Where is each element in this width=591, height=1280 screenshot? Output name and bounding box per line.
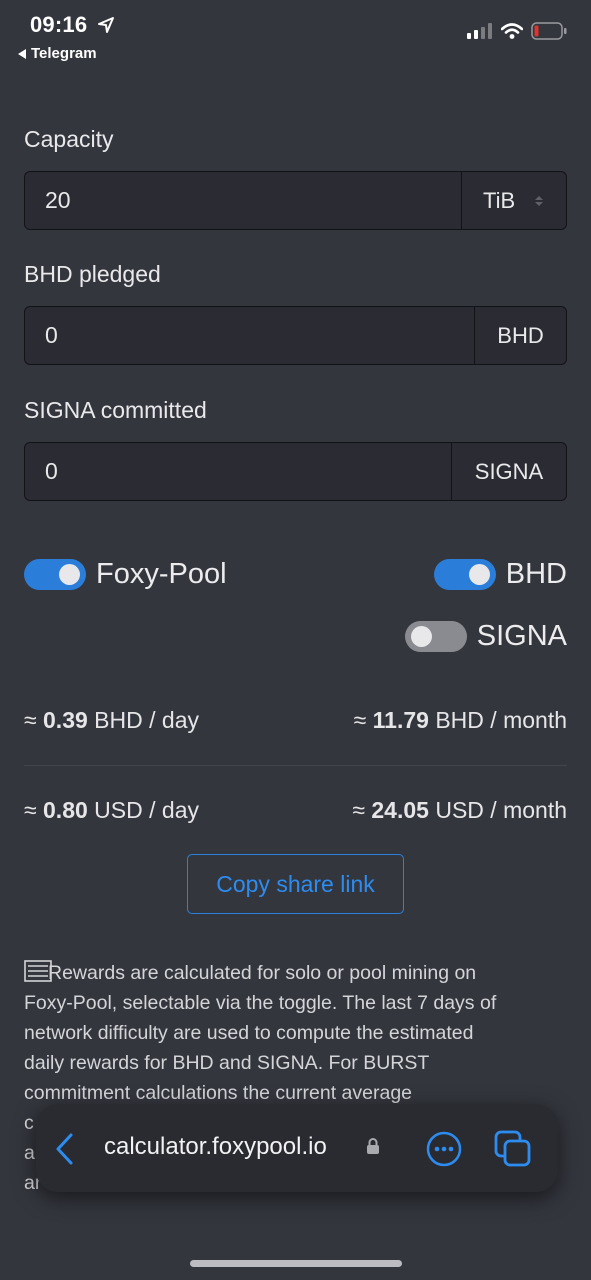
bhd-toggle[interactable] [433, 559, 496, 590]
usd-per-day: ≈ 0.80 USD / day [24, 797, 199, 824]
back-to-telegram[interactable]: Telegram [18, 45, 97, 62]
bhd-pledged-input-group: 0 BHD [24, 306, 567, 365]
bhd-per-month-unit: BHD / month [435, 707, 567, 733]
info-line-1: Rewards are calculated for solo or pool … [48, 962, 477, 984]
approx-symbol: ≈ [352, 797, 365, 823]
foxy-pool-toggle[interactable] [24, 559, 86, 590]
bhd-pledged-input[interactable]: 0 [25, 307, 474, 364]
bhd-per-day-unit: BHD / day [94, 707, 199, 733]
usd-per-month-unit: USD / month [435, 797, 567, 823]
bhd-per-day: ≈ 0.39 BHD / day [24, 707, 199, 734]
copy-share-link-button[interactable]: Copy share link [187, 854, 404, 914]
usd-per-month-value: 24.05 [371, 797, 429, 823]
approx-symbol: ≈ [24, 797, 37, 823]
approx-symbol: ≈ [24, 707, 37, 733]
home-indicator[interactable] [190, 1260, 402, 1267]
bhd-pledged-label: BHD pledged [24, 261, 161, 287]
rewards-divider [24, 765, 567, 766]
signa-toggle-label: SIGNA [476, 620, 567, 652]
signa-committed-label: SIGNA committed [24, 397, 207, 423]
clock: 09:16 [30, 12, 88, 37]
usd-per-month: ≈ 24.05 USD / month [352, 797, 567, 824]
select-chevron-icon [535, 195, 544, 206]
signal-icon [467, 23, 492, 39]
info-line: Rewards are calculated for solo or pool … [24, 958, 567, 988]
bhd-toggle-row: BHD [433, 558, 567, 591]
bhd-per-day-value: 0.39 [43, 707, 88, 733]
capacity-unit-label: TiB [483, 187, 516, 213]
location-arrow-icon [98, 17, 114, 33]
toggle-knob [468, 564, 490, 585]
signa-toggle-row: SIGNA [404, 620, 567, 653]
foxy-pool-toggle-label: Foxy-Pool [96, 558, 227, 590]
status-bar: 09:16 Telegram [0, 0, 591, 72]
back-app-label: Telegram [31, 45, 97, 62]
lock-icon [367, 1138, 379, 1154]
bhd-per-month-value: 11.79 [372, 707, 429, 733]
bhd-per-month: ≈ 11.79 BHD / month [354, 707, 567, 734]
signa-toggle[interactable] [404, 621, 467, 652]
bhd-toggle-label: BHD [505, 558, 567, 590]
signa-committed-input[interactable]: 0 [25, 443, 451, 500]
info-line-4: daily rewards for BHD and SIGNA. For BUR… [24, 1052, 430, 1074]
tabs-icon[interactable] [494, 1130, 532, 1168]
approx-symbol: ≈ [353, 707, 367, 733]
url-text[interactable]: calculator.foxypool.io [104, 1133, 327, 1161]
toggle-knob [59, 564, 80, 585]
bhd-unit-addon: BHD [474, 307, 566, 364]
back-triangle-icon [18, 48, 26, 59]
info-line-2: Foxy-Pool, selectable via the toggle. Th… [24, 992, 497, 1014]
usd-per-day-value: 0.80 [43, 797, 88, 823]
foxy-pool-toggle-row: Foxy-Pool [24, 558, 227, 591]
toggle-knob [410, 626, 432, 647]
more-icon[interactable] [426, 1131, 462, 1167]
system-icons [467, 22, 567, 40]
capacity-input-group: 20 TiB [24, 171, 567, 230]
browser-url-bar: calculator.foxypool.io [36, 1104, 558, 1192]
chevron-left-icon[interactable] [54, 1132, 76, 1166]
signa-committed-input-group: 0 SIGNA [24, 442, 567, 501]
wifi-icon [501, 23, 523, 39]
info-line-3: network difficulty are used to compute t… [24, 1022, 474, 1044]
capacity-input[interactable]: 20 [25, 172, 461, 229]
capacity-label: Capacity [24, 126, 114, 152]
usd-per-day-unit: USD / day [94, 797, 199, 823]
signa-unit-addon: SIGNA [451, 443, 566, 500]
capacity-unit-select[interactable]: TiB [461, 172, 566, 229]
battery-icon [531, 22, 567, 40]
